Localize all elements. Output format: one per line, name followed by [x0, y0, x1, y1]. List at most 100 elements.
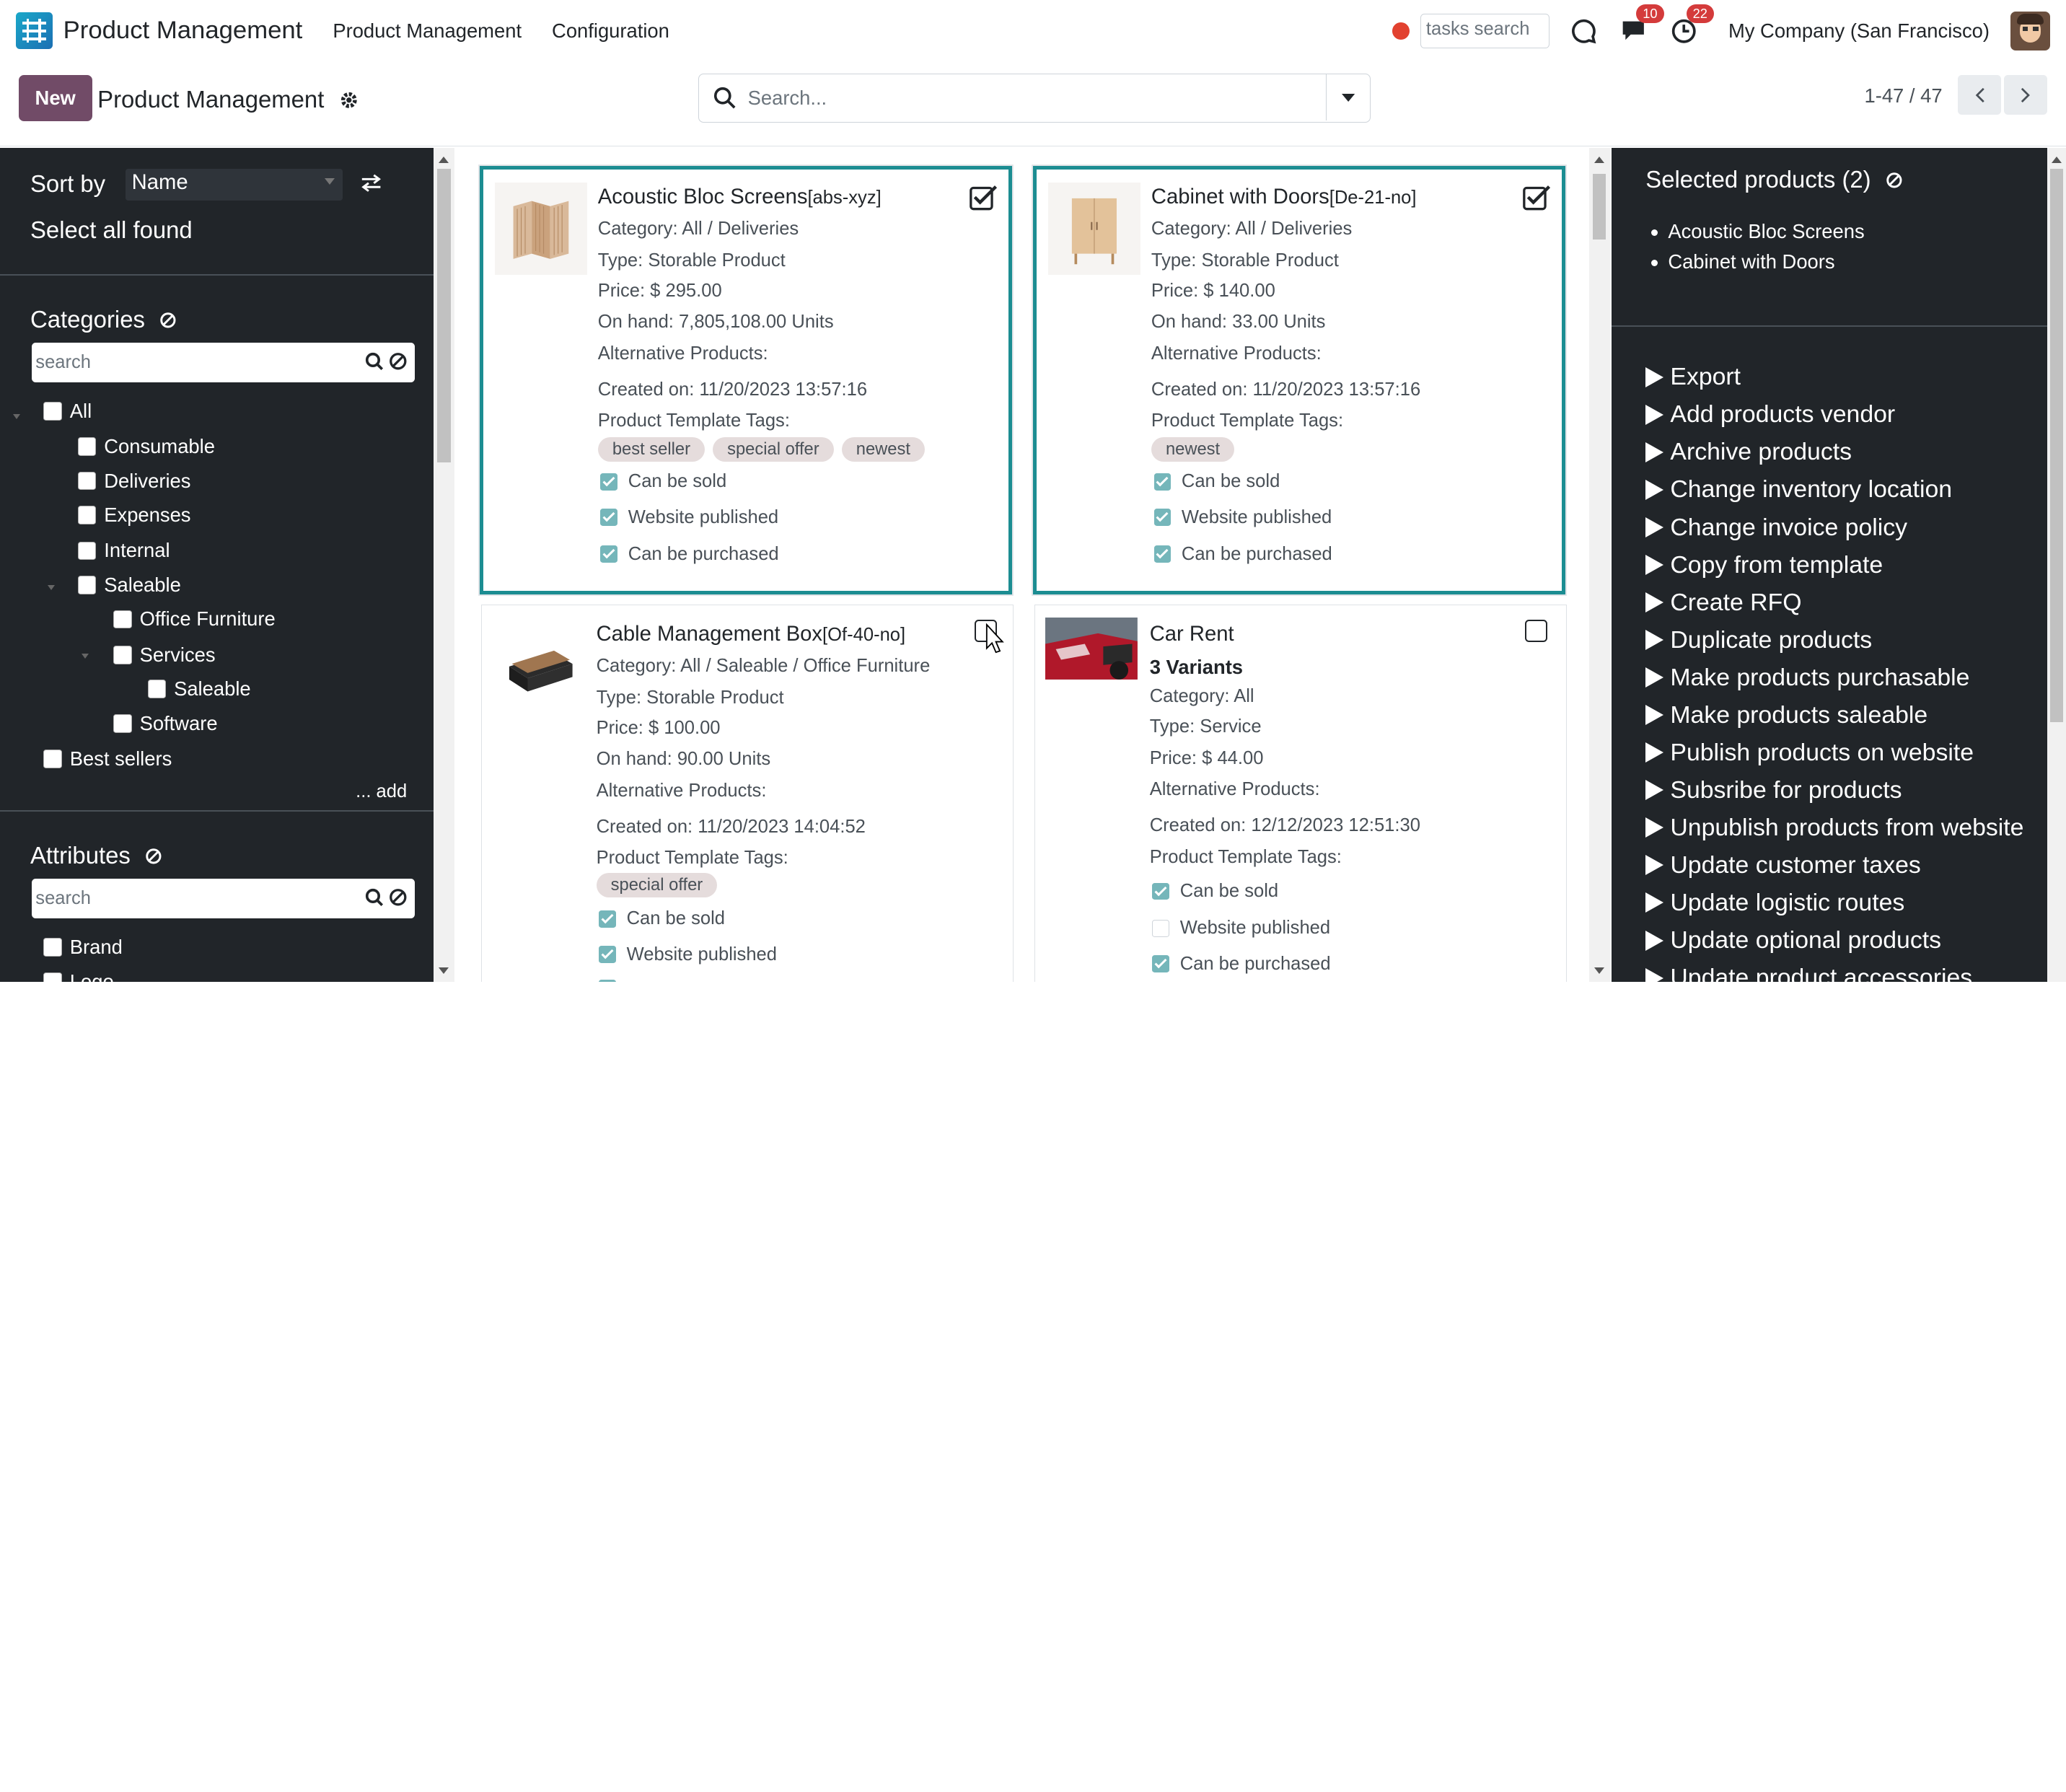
checkbox[interactable] [77, 506, 97, 524]
checkbox[interactable] [147, 680, 167, 699]
scroll-down-icon[interactable] [1594, 967, 1605, 974]
pager-previous-button[interactable] [1958, 75, 2002, 115]
action-publish-products-on-website[interactable]: Publish products on website [1645, 734, 2023, 771]
select-all-found-link[interactable]: Select all found [30, 216, 193, 244]
category-item-software[interactable]: Software [113, 710, 218, 737]
search-options-toggle[interactable] [1326, 74, 1369, 121]
checkbox[interactable] [113, 713, 132, 733]
action-unpublish-products-from-website[interactable]: Unpublish products from website [1645, 809, 2023, 846]
category-item-consumable[interactable]: Consumable [77, 434, 215, 460]
action-export[interactable]: Export [1645, 359, 2023, 396]
product-alternative: Alternative Products: [1151, 343, 1322, 364]
clear-icon[interactable] [145, 843, 162, 871]
sidebar-scrollbar[interactable] [433, 147, 455, 982]
sort-by-select[interactable]: Name [125, 168, 343, 201]
category-item-services-saleable[interactable]: Saleable [147, 676, 251, 703]
product-card[interactable]: Car Rent 3 Variants Category: All Type: … [1034, 605, 1567, 982]
tasks-search-input[interactable]: tasks search [1420, 14, 1550, 48]
action-duplicate-products[interactable]: Duplicate products [1645, 621, 2023, 659]
category-item-deliveries[interactable]: Deliveries [77, 467, 190, 494]
user-avatar[interactable] [2010, 11, 2051, 51]
category-item-all[interactable]: All [43, 398, 92, 425]
scrollbar-thumb[interactable] [1593, 174, 1606, 240]
app-name[interactable]: Product Management [63, 17, 303, 45]
card-select-checkbox[interactable] [1523, 184, 1551, 211]
categories-search-input[interactable]: search [35, 352, 91, 373]
attribute-item-brand[interactable]: Brand [43, 934, 123, 961]
actions-scrollbar[interactable] [2047, 147, 2066, 982]
checkbox[interactable] [43, 750, 62, 768]
action-make-products-saleable[interactable]: Make products saleable [1645, 696, 2023, 734]
main-scrollbar[interactable] [1588, 147, 1610, 982]
category-item-internal[interactable]: Internal [77, 537, 170, 564]
pager-value[interactable]: 1-47 / 47 [1864, 84, 1942, 107]
action-change-inventory-location[interactable]: Change inventory location [1645, 471, 2023, 509]
collapse-toggle-icon[interactable] [13, 413, 21, 419]
collapse-toggle-icon[interactable] [47, 584, 55, 590]
action-archive-products[interactable]: Archive products [1645, 434, 2023, 471]
category-item-expenses[interactable]: Expenses [77, 502, 191, 529]
menu-product-management[interactable]: Product Management [333, 19, 522, 43]
action-add-products-vendor[interactable]: Add products vendor [1645, 396, 2023, 434]
action-create-rfq[interactable]: Create RFQ [1645, 584, 2023, 621]
attribute-item-logo[interactable]: Logo [43, 968, 114, 982]
action-update-logistic-routes[interactable]: Update logistic routes [1645, 884, 2023, 921]
attributes-search-input[interactable]: search [35, 888, 91, 909]
scrollbar-thumb[interactable] [437, 168, 451, 463]
scroll-up-icon[interactable] [2051, 157, 2062, 164]
checkbox[interactable] [43, 402, 62, 421]
action-copy-from-template[interactable]: Copy from template [1645, 546, 2023, 584]
action-change-invoice-policy[interactable]: Change invoice policy [1645, 509, 2023, 546]
action-update-optional-products[interactable]: Update optional products [1645, 922, 2023, 959]
card-select-checkbox[interactable] [1525, 620, 1548, 643]
action-subscribe-for-products[interactable]: Subsribe for products [1645, 771, 2023, 809]
action-update-product-accessories[interactable]: Update product accessories [1645, 959, 2023, 982]
scroll-up-icon[interactable] [439, 157, 449, 164]
category-item-office-furniture[interactable]: Office Furniture [113, 606, 276, 633]
company-switcher[interactable]: My Company (San Francisco) [1728, 19, 1990, 43]
categories-search-box[interactable]: search [31, 342, 416, 382]
search-input[interactable]: Search... [748, 87, 827, 110]
checkbox[interactable] [43, 938, 62, 957]
new-button[interactable]: New [18, 75, 92, 122]
checkbox[interactable] [77, 576, 97, 594]
scroll-down-icon[interactable] [439, 967, 449, 974]
add-category-link[interactable]: ... add [356, 781, 407, 802]
discuss-icon[interactable] [1568, 15, 1599, 47]
menu-configuration[interactable]: Configuration [552, 19, 669, 43]
checkbox[interactable] [43, 972, 62, 982]
category-item-saleable[interactable]: Saleable [77, 572, 181, 599]
clear-icon[interactable] [389, 888, 408, 913]
product-card[interactable]: Cabinet with Doors[De-21-no] Category: A… [1032, 166, 1565, 594]
search-icon[interactable] [365, 888, 384, 913]
clear-icon[interactable] [159, 307, 177, 335]
attributes-search-box[interactable]: search [31, 879, 416, 919]
collapse-toggle-icon[interactable] [82, 653, 89, 659]
checkbox[interactable] [77, 541, 97, 561]
action-make-products-purchasable[interactable]: Make products purchasable [1645, 659, 2023, 696]
category-item-best-sellers[interactable]: Best sellers [43, 746, 172, 773]
category-item-services[interactable]: Services [113, 642, 216, 669]
messages-icon[interactable]: 10 [1618, 4, 1664, 47]
checkbox[interactable] [113, 610, 132, 629]
product-card[interactable]: Acoustic Bloc Screens[abs-xyz] Category:… [479, 166, 1012, 594]
app-icon[interactable] [15, 12, 53, 50]
clear-icon[interactable] [1886, 167, 1903, 195]
checkbox[interactable] [77, 437, 97, 456]
checkbox[interactable] [113, 645, 132, 664]
recording-indicator-icon[interactable] [1392, 22, 1410, 40]
clear-icon[interactable] [389, 352, 408, 377]
search-bar[interactable]: Search... [698, 74, 1371, 123]
pager-next-button[interactable] [2004, 75, 2048, 115]
action-update-customer-taxes[interactable]: Update customer taxes [1645, 846, 2023, 884]
checkbox[interactable] [77, 471, 97, 491]
product-card[interactable]: Cable Management Box[Of-40-no] Category:… [480, 605, 1014, 982]
scrollbar-thumb[interactable] [2050, 168, 2064, 722]
search-icon[interactable] [365, 352, 384, 377]
scroll-up-icon[interactable] [1594, 157, 1605, 164]
product-variants[interactable]: 3 Variants [1150, 656, 1243, 679]
gear-icon[interactable] [340, 91, 359, 115]
card-select-checkbox[interactable] [969, 184, 997, 211]
sort-direction-icon[interactable] [361, 174, 382, 198]
activities-clock-icon[interactable]: 22 [1668, 4, 1715, 47]
